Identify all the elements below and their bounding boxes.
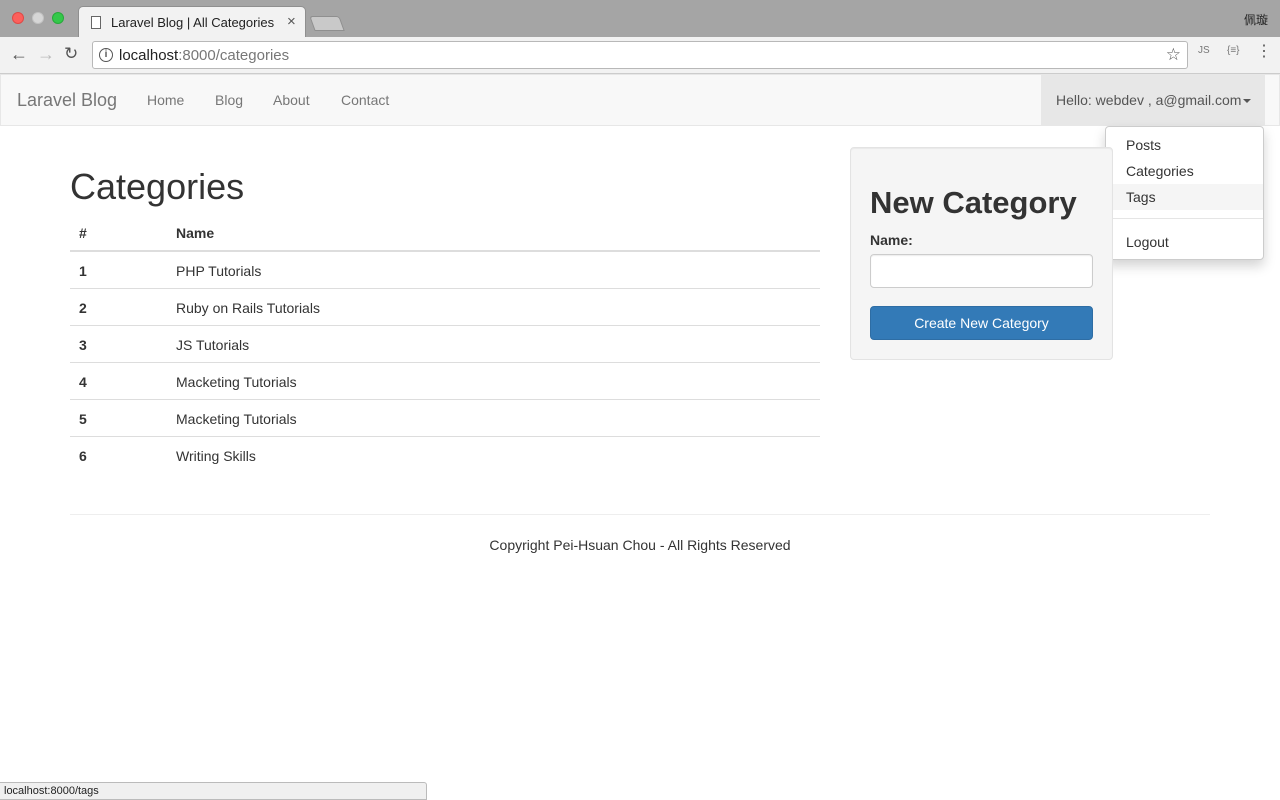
- column-header-name: Name: [176, 225, 215, 241]
- close-window-button[interactable]: [12, 12, 24, 24]
- reload-icon[interactable]: ↻: [64, 44, 78, 64]
- nav-link-blog[interactable]: Blog: [215, 92, 243, 108]
- table-header: # Name: [70, 216, 820, 252]
- dropdown-item-logout[interactable]: Logout: [1106, 229, 1263, 255]
- dropdown-item-posts[interactable]: Posts: [1106, 132, 1263, 158]
- table-row: 4 Macketing Tutorials: [70, 363, 820, 400]
- user-menu-toggle[interactable]: Hello: webdev , a@gmail.com: [1041, 75, 1265, 125]
- maximize-window-button[interactable]: [52, 12, 64, 24]
- categories-table: # Name 1 PHP Tutorials 2 Ruby on Rails T…: [70, 216, 820, 474]
- forward-arrow-icon[interactable]: →: [37, 44, 55, 64]
- back-arrow-icon[interactable]: ←: [10, 44, 28, 64]
- browser-tab[interactable]: Laravel Blog | All Categories ×: [78, 6, 306, 37]
- cell-id: 3: [79, 337, 87, 353]
- address-bar[interactable]: i localhost:8000/categories ☆: [92, 41, 1188, 69]
- table-row: 1 PHP Tutorials: [70, 252, 820, 289]
- cell-id: 4: [79, 374, 87, 390]
- form-title: New Category: [870, 185, 1077, 220]
- cell-name: Ruby on Rails Tutorials: [176, 300, 320, 316]
- cell-name: Macketing Tutorials: [176, 374, 297, 390]
- site-navbar: Laravel Blog Home Blog About Contact Hel…: [0, 74, 1280, 126]
- url-text[interactable]: localhost:8000/categories: [119, 47, 289, 64]
- cell-name: Writing Skills: [176, 448, 256, 464]
- footer-divider: [70, 514, 1210, 515]
- cell-id: 2: [79, 300, 87, 316]
- cell-id: 6: [79, 448, 87, 464]
- table-row: 2 Ruby on Rails Tutorials: [70, 289, 820, 326]
- create-category-button[interactable]: Create New Category: [870, 306, 1093, 340]
- cell-name: PHP Tutorials: [176, 263, 262, 279]
- page-icon: [91, 16, 101, 29]
- footer-copyright: Copyright Pei-Hsuan Chou - All Rights Re…: [489, 537, 791, 553]
- user-dropdown-menu: Posts Categories Tags Logout: [1105, 126, 1264, 260]
- cell-name: JS Tutorials: [176, 337, 250, 353]
- close-tab-icon[interactable]: ×: [287, 13, 296, 30]
- nav-link-home[interactable]: Home: [147, 92, 184, 108]
- page-title: Categories: [70, 166, 245, 207]
- new-category-panel: New Category Name: Create New Category: [850, 147, 1113, 360]
- browser-menu-icon[interactable]: ⋮: [1256, 44, 1272, 60]
- user-greeting: Hello: webdev , a@gmail.com: [1056, 92, 1252, 108]
- caret-down-icon: [1243, 99, 1252, 104]
- js-extension-icon[interactable]: JS: [1198, 45, 1210, 56]
- table-row: 6 Writing Skills: [70, 437, 820, 474]
- status-bar: localhost:8000/tags: [0, 782, 427, 800]
- cell-id: 1: [79, 263, 87, 279]
- new-tab-button[interactable]: [309, 16, 345, 31]
- cell-id: 5: [79, 411, 87, 427]
- navbar-brand[interactable]: Laravel Blog: [17, 90, 117, 111]
- browser-toolbar: ← → ↻ i localhost:8000/categories ☆: [0, 37, 1280, 74]
- profile-name[interactable]: 佩璇: [1244, 11, 1268, 28]
- column-header-id: #: [79, 225, 87, 241]
- minimize-window-button[interactable]: [32, 12, 44, 24]
- info-icon[interactable]: i: [99, 48, 113, 62]
- tab-title: Laravel Blog | All Categories: [111, 15, 275, 30]
- cell-name: Macketing Tutorials: [176, 411, 297, 427]
- table-row: 3 JS Tutorials: [70, 326, 820, 363]
- bookmark-star-icon[interactable]: ☆: [1166, 45, 1181, 65]
- name-label: Name:: [870, 232, 913, 248]
- dropdown-item-tags[interactable]: Tags: [1106, 184, 1263, 210]
- nav-link-about[interactable]: About: [273, 92, 310, 108]
- dropdown-divider: [1106, 218, 1263, 219]
- browser-titlebar: Laravel Blog | All Categories × 佩璇: [0, 0, 1280, 37]
- json-extension-icon[interactable]: {≡}: [1227, 45, 1240, 56]
- table-row: 5 Macketing Tutorials: [70, 400, 820, 437]
- category-name-input[interactable]: [870, 254, 1093, 288]
- nav-link-contact[interactable]: Contact: [341, 92, 389, 108]
- dropdown-item-categories[interactable]: Categories: [1106, 158, 1263, 184]
